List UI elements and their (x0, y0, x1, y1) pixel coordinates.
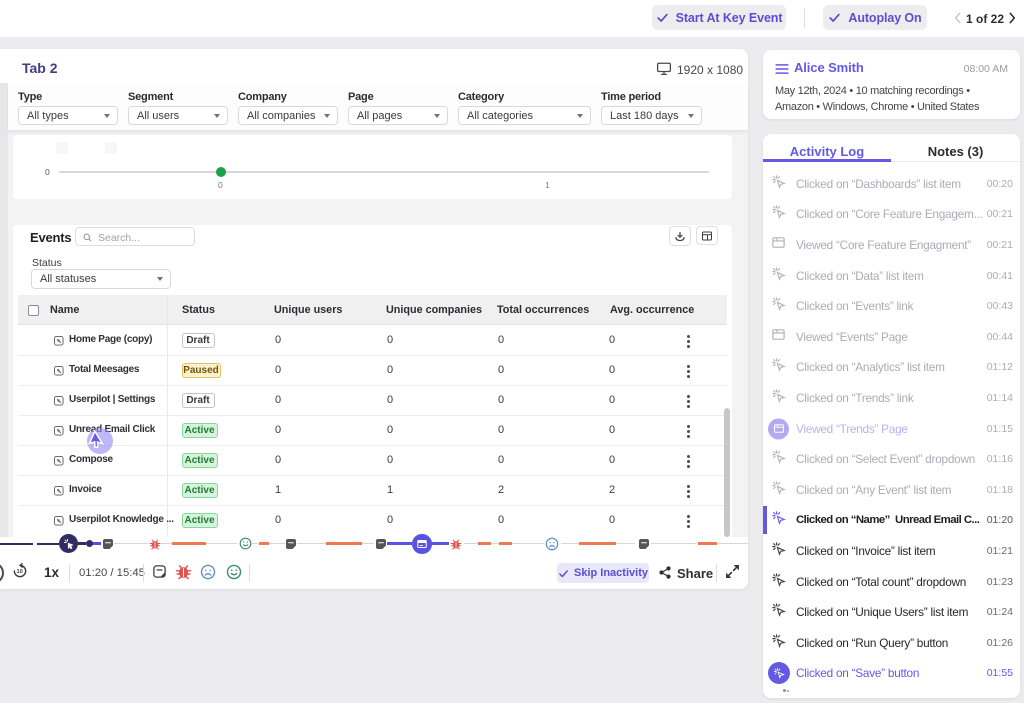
svg-text:10: 10 (17, 569, 23, 575)
